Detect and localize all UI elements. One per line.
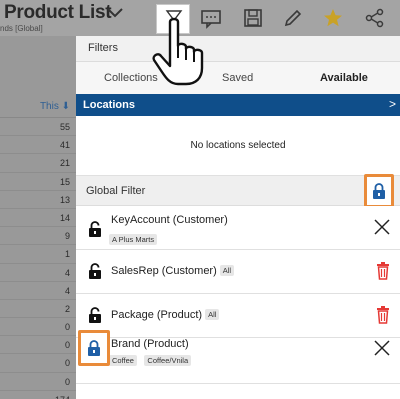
delete-icon[interactable] (376, 306, 390, 324)
chevron-down-icon[interactable] (106, 6, 124, 20)
table-row: 14 (0, 209, 76, 228)
no-locations-message: No locations selected (76, 116, 400, 176)
table-row: 0 (0, 336, 76, 355)
lock-closed-icon (88, 340, 100, 356)
table-row: 4 (0, 264, 76, 282)
table-row: 174 (0, 391, 76, 399)
lock-open-icon[interactable] (88, 221, 102, 238)
page-title: Product List (4, 2, 112, 23)
table-row: 15 (0, 173, 76, 191)
filter-value-chip[interactable]: Coffee (109, 355, 137, 366)
filter-value-chip[interactable]: All (205, 309, 220, 320)
close-icon[interactable] (374, 219, 390, 235)
table-row: 9 (0, 227, 76, 246)
table-row: 2 (0, 300, 76, 319)
table-row: 4 (0, 282, 76, 300)
table-row: 0 (0, 354, 76, 373)
lock-open-icon[interactable] (88, 263, 102, 280)
filter-row-keyaccount[interactable]: KeyAccount (Customer) A Plus Marts (76, 206, 400, 250)
table-row: 55 (0, 118, 76, 137)
filter-value-chip[interactable]: All (219, 265, 235, 276)
global-filter-label: Global Filter (86, 185, 146, 197)
table-row: 0 (0, 373, 76, 391)
star-icon[interactable] (322, 7, 344, 29)
filter-label: SalesRep (Customer) (111, 265, 217, 277)
table-row: 0 (0, 318, 76, 337)
table-row: 21 (0, 154, 76, 173)
filter-row-brand[interactable]: Brand (Product) Coffee Coffee/Vnila (76, 338, 400, 384)
lock-open-icon[interactable] (88, 307, 102, 324)
filter-label-wrap: SalesRep (Customer) All (111, 265, 235, 277)
hand-pointer-cursor-icon (152, 17, 204, 86)
filter-label: Package (Product) (111, 309, 203, 321)
locations-bar[interactable]: Locations > (76, 94, 400, 116)
chevron-right-icon: > (388, 97, 396, 111)
tab-available[interactable]: Available (320, 72, 368, 84)
filter-value-chip[interactable]: Coffee/Vnila (144, 355, 192, 366)
background-grid: This ⬇ 554121151314914420000174 (0, 36, 76, 399)
lock-closed-icon (373, 183, 385, 199)
save-icon[interactable] (242, 7, 264, 29)
brand-lock-button[interactable] (78, 330, 110, 366)
grid-rows: 554121151314914420000174 (0, 118, 76, 399)
filter-label: Brand (Product) (111, 338, 189, 350)
global-lock-button[interactable] (364, 174, 394, 208)
pencil-icon[interactable] (282, 7, 304, 29)
filters-panel-title: Filters (76, 36, 400, 62)
filter-row-salesrep[interactable]: SalesRep (Customer) All (76, 250, 400, 294)
table-row: 1 (0, 245, 76, 264)
delete-icon[interactable] (376, 262, 390, 280)
locations-label: Locations (83, 99, 135, 111)
page-subtitle: nds [Global] (0, 24, 43, 33)
grid-column-header[interactable]: This ⬇ (0, 98, 76, 118)
share-icon[interactable] (364, 7, 386, 29)
filter-tabs: Collections Saved Available (76, 62, 400, 94)
tab-saved[interactable]: Saved (222, 72, 253, 84)
filters-panel: Filters Collections Saved Available Loca… (76, 36, 400, 399)
close-icon[interactable] (374, 340, 390, 356)
filter-label-wrap: Package (Product) All (111, 309, 220, 321)
filter-row-package[interactable]: Package (Product) All (76, 294, 400, 338)
global-filter-header: Global Filter (76, 176, 400, 206)
table-row: 41 (0, 136, 76, 155)
filter-label: KeyAccount (Customer) (111, 214, 228, 226)
grid-column-header-label: This ⬇ (39, 101, 70, 112)
table-row: 13 (0, 191, 76, 209)
filter-value-chip[interactable]: A Plus Marts (109, 234, 158, 245)
